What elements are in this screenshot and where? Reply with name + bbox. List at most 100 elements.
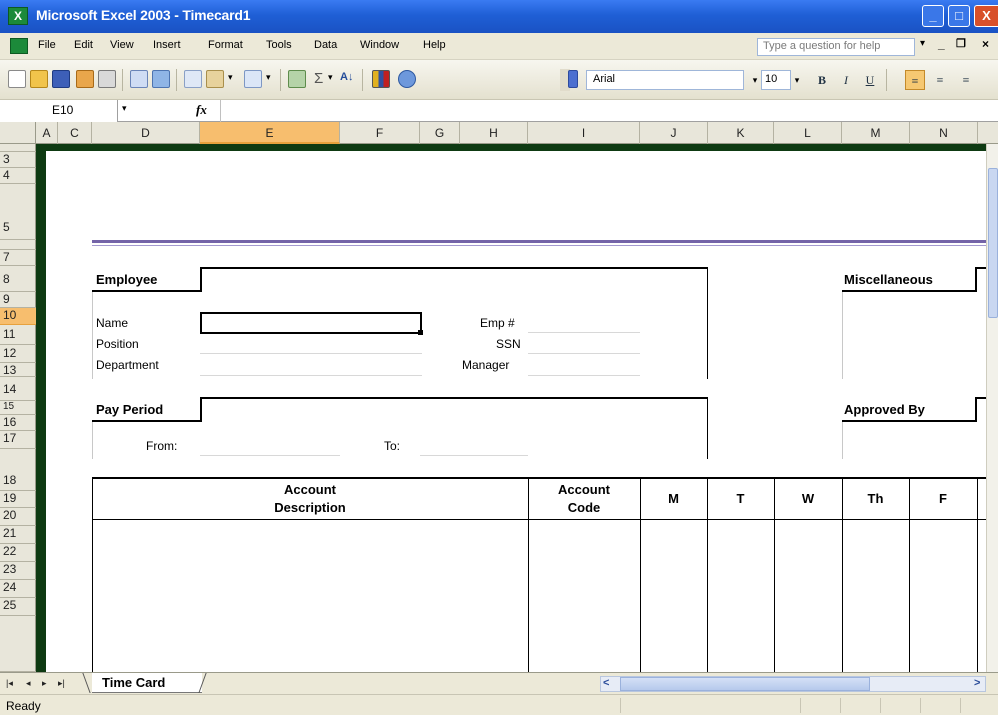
research-icon[interactable]: [152, 70, 170, 88]
column-header-m[interactable]: M: [842, 122, 910, 144]
menu-insert[interactable]: Insert: [153, 39, 181, 51]
minimize-button[interactable]: _: [922, 5, 944, 27]
menu-help[interactable]: Help: [423, 39, 446, 51]
menu-data[interactable]: Data: [314, 39, 337, 51]
italic-button[interactable]: I: [836, 70, 856, 90]
row-header-5[interactable]: 5: [0, 184, 36, 240]
workbook-restore-button[interactable]: ❐: [956, 37, 966, 50]
menu-edit[interactable]: Edit: [74, 39, 93, 51]
sort-ascending-icon[interactable]: A↓: [340, 71, 353, 83]
row-header-24[interactable]: 24: [0, 580, 36, 598]
autosum-icon[interactable]: Σ: [314, 70, 323, 87]
paste-icon[interactable]: [206, 70, 224, 88]
next-sheet-icon[interactable]: ▸: [42, 678, 47, 689]
vertical-scroll-thumb[interactable]: [988, 168, 998, 318]
column-header-n[interactable]: N: [910, 122, 978, 144]
prev-sheet-icon[interactable]: ◂: [26, 678, 31, 689]
row-header-15[interactable]: 15: [0, 401, 36, 415]
align-center-icon[interactable]: ≡: [930, 70, 950, 90]
row-header-22[interactable]: 22: [0, 544, 36, 562]
workbook-minimize-button[interactable]: _: [938, 37, 945, 51]
column-header-j[interactable]: J: [640, 122, 708, 144]
manager-field[interactable]: [528, 375, 640, 376]
select-all-button[interactable]: [0, 122, 36, 144]
chart-wizard-icon[interactable]: [372, 70, 390, 88]
close-button[interactable]: X: [974, 5, 998, 27]
emp-number-field[interactable]: [528, 332, 640, 333]
row-header-16[interactable]: 16: [0, 415, 36, 431]
column-header-k[interactable]: K: [708, 122, 774, 144]
column-header-d[interactable]: D: [92, 122, 200, 144]
workbook-close-button[interactable]: ×: [982, 37, 989, 51]
column-header-h[interactable]: H: [460, 122, 528, 144]
font-size-dropdown-icon[interactable]: ▾: [790, 70, 804, 90]
row-header-9[interactable]: 9: [0, 292, 36, 308]
excel-app-icon[interactable]: X: [8, 7, 28, 25]
column-header-e[interactable]: E: [200, 122, 340, 144]
scroll-right-icon[interactable]: >: [974, 677, 980, 689]
row-header-3[interactable]: 3: [0, 152, 36, 168]
last-sheet-icon[interactable]: ▸|: [58, 678, 65, 689]
name-box[interactable]: E10: [0, 100, 118, 122]
row-header-13[interactable]: 13: [0, 363, 36, 377]
row-header-10[interactable]: 10: [0, 308, 36, 325]
row-header-23[interactable]: 23: [0, 562, 36, 580]
row-header-11[interactable]: 11: [0, 325, 36, 345]
column-header-c[interactable]: C: [58, 122, 92, 144]
open-icon[interactable]: [30, 70, 48, 88]
print-preview-icon[interactable]: [130, 70, 148, 88]
row-header-6[interactable]: [0, 240, 36, 250]
row-header-20[interactable]: 20: [0, 508, 36, 526]
column-header-g[interactable]: G: [420, 122, 460, 144]
row-header-19[interactable]: 19: [0, 491, 36, 508]
scroll-left-icon[interactable]: <: [603, 677, 609, 689]
position-field[interactable]: [200, 353, 422, 354]
underline-button[interactable]: U: [860, 70, 880, 90]
undo-dropdown-icon[interactable]: ▾: [266, 72, 271, 83]
ssn-field[interactable]: [528, 353, 640, 354]
toolbar-options-icon[interactable]: [568, 70, 578, 88]
row-header-8[interactable]: 8: [0, 266, 36, 292]
column-header-f[interactable]: F: [340, 122, 420, 144]
bold-button[interactable]: B: [812, 70, 832, 90]
row-header-21[interactable]: 21: [0, 526, 36, 544]
maximize-button[interactable]: □: [948, 5, 970, 27]
menu-view[interactable]: View: [110, 39, 134, 51]
print-icon[interactable]: [98, 70, 116, 88]
row-header-4[interactable]: 4: [0, 168, 36, 184]
paste-dropdown-icon[interactable]: ▾: [228, 72, 233, 83]
menu-file[interactable]: File: [38, 39, 56, 51]
department-field[interactable]: [200, 375, 422, 376]
align-right-icon[interactable]: ≡: [956, 70, 976, 90]
autosum-dropdown-icon[interactable]: ▾: [328, 72, 333, 83]
workbook-icon[interactable]: [10, 38, 28, 54]
undo-icon[interactable]: [244, 70, 262, 88]
new-icon[interactable]: [8, 70, 26, 88]
hyperlink-icon[interactable]: [288, 70, 306, 88]
align-left-icon[interactable]: ≡: [905, 70, 925, 90]
row-header-17[interactable]: 17: [0, 431, 36, 449]
formula-input[interactable]: [220, 100, 998, 122]
to-date-field[interactable]: [420, 455, 528, 456]
sheet-tab-time-card[interactable]: Time Card: [92, 673, 202, 693]
name-box-dropdown-icon[interactable]: ▾: [122, 103, 127, 114]
insert-function-icon[interactable]: fx: [196, 102, 207, 118]
column-header-a[interactable]: A: [36, 122, 58, 144]
copy-icon[interactable]: [184, 70, 202, 88]
font-name-select[interactable]: Arial: [586, 70, 744, 90]
column-header-partial[interactable]: [978, 122, 998, 144]
menu-tools[interactable]: Tools: [266, 39, 292, 51]
save-icon[interactable]: [52, 70, 70, 88]
row-header-18[interactable]: 18: [0, 449, 36, 491]
horizontal-scroll-thumb[interactable]: [620, 677, 870, 691]
column-header-l[interactable]: L: [774, 122, 842, 144]
menu-window[interactable]: Window: [360, 39, 399, 51]
column-header-i[interactable]: I: [528, 122, 640, 144]
row-header-2[interactable]: [0, 144, 36, 152]
row-header-12[interactable]: 12: [0, 345, 36, 363]
menu-format[interactable]: Format: [208, 39, 243, 51]
name-cell-selected[interactable]: [200, 312, 422, 334]
permission-icon[interactable]: [76, 70, 94, 88]
fill-handle[interactable]: [418, 330, 423, 335]
help-dropdown-icon[interactable]: ▾: [920, 38, 925, 49]
